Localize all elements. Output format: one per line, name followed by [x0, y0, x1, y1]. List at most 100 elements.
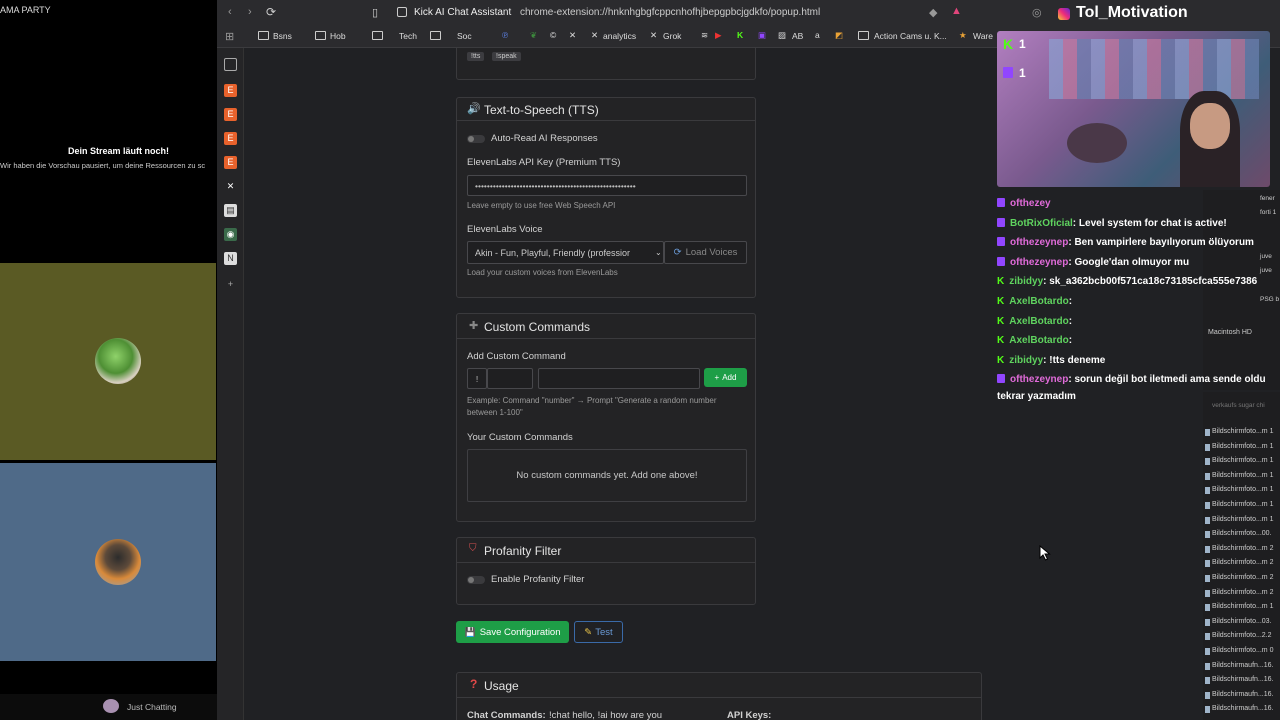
- bookmark-grok[interactable]: Grok: [663, 31, 681, 41]
- finder-file-row[interactable]: Bildschirmfoto...m 1: [1212, 443, 1273, 450]
- chat-message: ofthezeynep: Google'dan olmuyor mu: [997, 257, 1189, 268]
- kick-icon: K: [1003, 36, 1014, 52]
- leaf-icon[interactable]: ❦: [530, 30, 537, 41]
- finder-file-row[interactable]: Bildschirmfoto...m 2: [1212, 559, 1273, 566]
- reload-icon[interactable]: ⟳: [266, 5, 276, 19]
- chat-username: BotRixOficial: [1010, 218, 1073, 229]
- file-icon: [1205, 604, 1210, 612]
- etsy-icon[interactable]: E: [224, 108, 237, 121]
- finder-file-row[interactable]: Bildschirmfoto...2.2: [1212, 632, 1272, 639]
- back-icon[interactable]: ‹: [228, 6, 232, 18]
- x-icon[interactable]: ✕: [650, 30, 657, 41]
- bookmark-soc[interactable]: Soc: [457, 31, 472, 41]
- chat-commands-label: Chat Commands:: [467, 710, 546, 720]
- finder-file-row[interactable]: Bildschirmfoto...00.: [1212, 530, 1272, 537]
- finder-file-row[interactable]: Bildschirmfoto...m 1: [1212, 472, 1273, 479]
- bookmark-ab[interactable]: AB: [792, 31, 803, 41]
- c-icon[interactable]: ©: [550, 30, 556, 40]
- folder-icon: [858, 31, 869, 40]
- etsy-icon[interactable]: E: [224, 156, 237, 169]
- load-voices-button[interactable]: ⟳ Load Voices: [664, 241, 747, 264]
- finder-file-row[interactable]: Bildschirmaufn...16.: [1212, 691, 1273, 698]
- youtube-icon[interactable]: ▶: [715, 30, 722, 41]
- finder-file-row[interactable]: Bildschirmfoto...m 2: [1212, 545, 1273, 552]
- command-name-input[interactable]: [487, 368, 533, 389]
- etsy-icon[interactable]: E: [224, 84, 237, 97]
- chat-username: ofthezeynep: [1010, 257, 1069, 268]
- finder-file-row[interactable]: Bildschirmfoto...m 1: [1212, 428, 1273, 435]
- twitch-icon[interactable]: ▣: [758, 30, 766, 41]
- finder-item[interactable]: PSG b: [1260, 296, 1279, 303]
- file-icon: [1205, 429, 1210, 436]
- app-icon[interactable]: ◉: [224, 228, 237, 241]
- warning-icon[interactable]: ▲: [951, 5, 962, 17]
- finder-file-row[interactable]: Bildschirmfoto...03.: [1212, 618, 1272, 625]
- auto-read-toggle[interactable]: [467, 135, 485, 143]
- image-icon[interactable]: ▤: [224, 204, 237, 217]
- finder-file-row[interactable]: Bildschirmfoto...m 2: [1212, 574, 1273, 581]
- finder-file-row[interactable]: Bildschirmfoto...m 1: [1212, 516, 1273, 523]
- plus-icon: ✚: [469, 320, 479, 332]
- x-icon[interactable]: ✕: [224, 180, 237, 193]
- finder-item[interactable]: juve: [1260, 267, 1272, 274]
- finder-file-row[interactable]: Bildschirmaufn...16.: [1212, 662, 1273, 669]
- test-label: Test: [595, 626, 613, 638]
- star-icon[interactable]: ★: [959, 30, 967, 41]
- amazon-icon[interactable]: a: [815, 30, 820, 40]
- save-configuration-label: Save Configuration: [479, 626, 561, 638]
- bookmark-tech[interactable]: Tech: [399, 31, 417, 41]
- bookmark-icon[interactable]: ▯: [372, 6, 378, 19]
- note-icon[interactable]: ◩: [835, 30, 843, 41]
- forward-icon[interactable]: ›: [248, 6, 252, 18]
- kick-icon[interactable]: K: [737, 30, 743, 40]
- api-key-field[interactable]: ••••••••••••••••••••••••••••••••••••••••…: [467, 175, 747, 196]
- finder-path[interactable]: Macintosh HD: [1208, 329, 1252, 336]
- finder-file-row[interactable]: Bildschirmfoto...m 1: [1212, 603, 1273, 610]
- tab-title[interactable]: Kick AI Chat Assistant: [414, 7, 511, 18]
- finder-header: verkaufs sugar chi: [1212, 402, 1265, 409]
- finder-file-row[interactable]: Bildschirmaufn...16.: [1212, 705, 1273, 712]
- usage-title: Usage: [484, 679, 519, 693]
- finder-file-row[interactable]: Bildschirmaufn...16.: [1212, 676, 1273, 683]
- pencil-icon: ✎: [584, 626, 593, 638]
- profile-icon[interactable]: ◎: [1032, 6, 1042, 19]
- avatar: [95, 338, 141, 384]
- notion-icon[interactable]: N: [224, 252, 237, 265]
- shield-icon[interactable]: ◆: [929, 6, 937, 19]
- add-command-button[interactable]: + Add: [704, 368, 747, 387]
- bookmark-ware[interactable]: Ware: [973, 31, 993, 41]
- bookmark-hob[interactable]: Hob: [330, 31, 346, 41]
- finder-item[interactable]: forti 1: [1260, 209, 1276, 216]
- sidebar-toggle-icon[interactable]: [224, 58, 237, 71]
- finder-file-row[interactable]: Bildschirmfoto...m 1: [1212, 486, 1273, 493]
- guest-tile-1[interactable]: [0, 263, 216, 460]
- apps-grid-icon[interactable]: ⊞: [225, 30, 234, 43]
- twitch-icon: [997, 257, 1005, 266]
- bookmark-bsns[interactable]: Bsns: [273, 31, 292, 41]
- bookmark-action-cams[interactable]: Action Cams u. K...: [874, 31, 947, 41]
- chat-message: K AxelBotardo:: [997, 335, 1072, 346]
- guest-tile-2[interactable]: [0, 463, 216, 661]
- etsy-icon[interactable]: E: [224, 132, 237, 145]
- finder-file-row[interactable]: Bildschirmfoto...m 1: [1212, 457, 1273, 464]
- finder-file-row[interactable]: Bildschirmfoto...m 1: [1212, 501, 1273, 508]
- address-bar[interactable]: chrome-extension://hnknhgbgfcppcnhofhjbe…: [520, 7, 820, 18]
- add-icon[interactable]: +: [224, 278, 237, 291]
- bookmark-analytics[interactable]: analytics: [603, 31, 636, 41]
- x-icon[interactable]: ✕: [591, 30, 598, 41]
- test-button[interactable]: ✎ Test: [574, 621, 623, 643]
- image-icon[interactable]: ▨: [778, 30, 786, 41]
- command-prompt-input[interactable]: [538, 368, 700, 389]
- voice-select[interactable]: Akin - Fun, Playful, Friendly (professio…: [467, 241, 664, 264]
- layers-icon[interactable]: ≋: [701, 30, 708, 41]
- finder-item[interactable]: fener: [1260, 195, 1275, 202]
- profanity-toggle[interactable]: [467, 576, 485, 584]
- p-icon[interactable]: ℗: [502, 30, 508, 40]
- save-configuration-button[interactable]: 💾 Save Configuration: [456, 621, 569, 643]
- api-key-hint: Leave empty to use free Web Speech API: [467, 201, 616, 210]
- finder-file-row[interactable]: Bildschirmfoto...m 0: [1212, 647, 1273, 654]
- finder-item[interactable]: juve: [1260, 253, 1272, 260]
- finder-file-row[interactable]: Bildschirmfoto...m 2: [1212, 589, 1273, 596]
- x-icon[interactable]: ✕: [569, 30, 576, 41]
- stream-preview-panel: AMA PARTY Dein Stream läuft noch! Wir ha…: [0, 0, 217, 720]
